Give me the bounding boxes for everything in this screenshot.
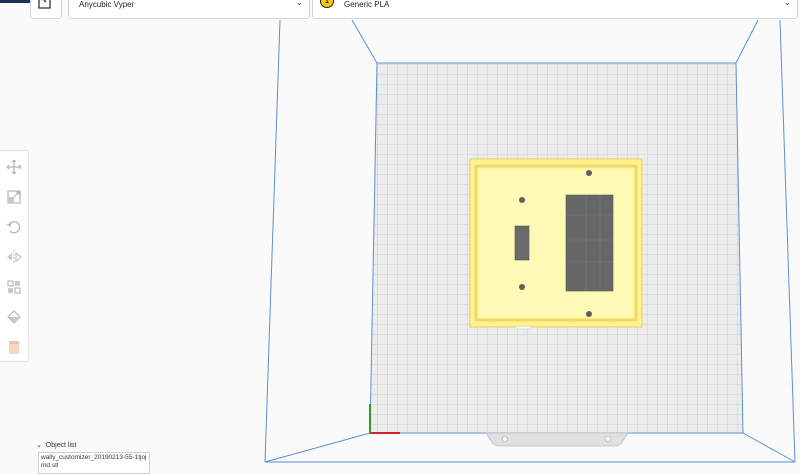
decora-cutout: [565, 194, 614, 292]
move-icon[interactable]: [6, 159, 22, 175]
model-wall-plate[interactable]: [469, 158, 643, 330]
support-blocker-icon[interactable]: [6, 309, 22, 325]
object-list: wally_customizer_20190213-55-1tjojmd.stl: [38, 452, 150, 474]
object-list-panel: ⌄ Object list wally_customizer_20190213-…: [30, 438, 160, 474]
object-list-toggle[interactable]: ⌄ Object list: [36, 441, 77, 449]
toggle-cutout: [514, 225, 530, 261]
tool-panel: [0, 150, 29, 362]
per-model-settings-icon[interactable]: [6, 279, 22, 295]
tool-swatch-icon[interactable]: [6, 339, 22, 355]
mirror-icon[interactable]: [6, 249, 22, 265]
build-plate-viewport[interactable]: [0, 0, 800, 468]
rotate-icon[interactable]: [6, 219, 22, 235]
chevron-down-icon: ⌄: [36, 442, 42, 449]
scale-icon[interactable]: [6, 189, 22, 205]
object-list-title: Object list: [45, 442, 77, 449]
